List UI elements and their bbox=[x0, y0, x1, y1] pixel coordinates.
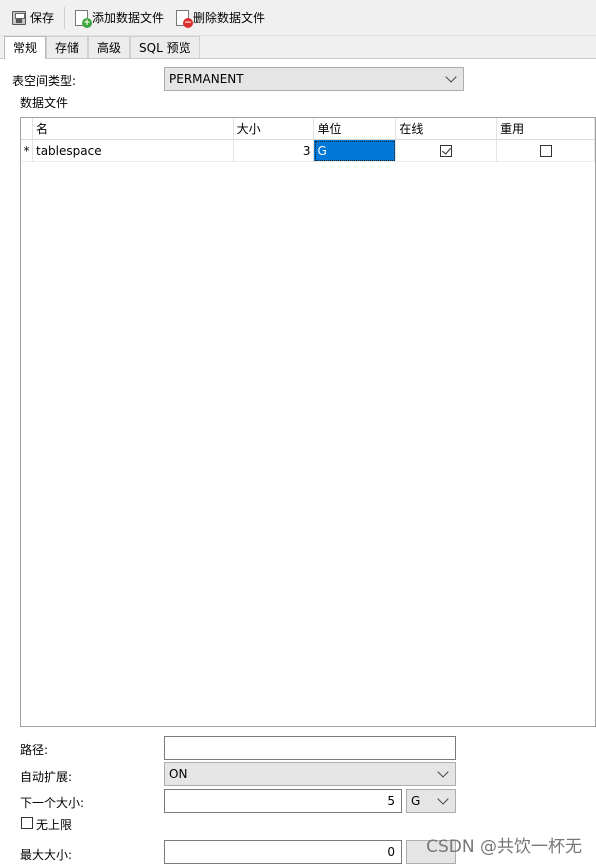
column-header-unit[interactable]: 单位 bbox=[314, 118, 397, 140]
tab-bar: 常规 存储 高级 SQL 预览 bbox=[0, 36, 596, 59]
toolbar: 保存 + 添加数据文件 − 删除数据文件 bbox=[0, 0, 596, 36]
unlimited-label: 无上限 bbox=[36, 818, 73, 832]
unlimited-checkbox[interactable] bbox=[21, 817, 33, 829]
delete-datafile-label: 删除数据文件 bbox=[193, 11, 266, 25]
general-panel: 表空间类型: PERMANENT 数据文件 名 大小 单位 在线 重用 * ta… bbox=[0, 59, 596, 865]
chevron-down-icon bbox=[437, 766, 449, 778]
grid-header: 名 大小 单位 在线 重用 bbox=[21, 118, 595, 140]
save-icon bbox=[12, 10, 26, 25]
autoextend-value: ON bbox=[169, 767, 188, 781]
column-header-name[interactable]: 名 bbox=[33, 118, 234, 140]
row-indicator-header bbox=[21, 118, 33, 140]
chevron-down-icon bbox=[437, 793, 449, 805]
reuse-cell[interactable] bbox=[497, 140, 595, 162]
online-cell[interactable] bbox=[396, 140, 498, 162]
save-button[interactable]: 保存 bbox=[8, 6, 58, 30]
online-checkbox[interactable] bbox=[440, 145, 453, 157]
chevron-down-icon bbox=[445, 71, 457, 83]
next-size-input[interactable]: 5 bbox=[164, 789, 402, 813]
delete-datafile-button[interactable]: − 删除数据文件 bbox=[172, 6, 269, 30]
next-size-unit-select[interactable]: G bbox=[406, 789, 456, 813]
path-input[interactable] bbox=[164, 736, 456, 760]
tab-general[interactable]: 常规 bbox=[4, 36, 47, 59]
table-row[interactable]: * tablespace 3 G bbox=[21, 140, 595, 162]
datafiles-label: 数据文件 bbox=[20, 96, 69, 110]
column-header-online[interactable]: 在线 bbox=[396, 118, 498, 140]
autoextend-select[interactable]: ON bbox=[164, 762, 456, 786]
tablespace-type-select[interactable]: PERMANENT bbox=[164, 67, 464, 91]
add-datafile-button[interactable]: + 添加数据文件 bbox=[71, 6, 168, 30]
tablespace-type-label: 表空间类型: bbox=[12, 74, 77, 88]
column-header-reuse[interactable]: 重用 bbox=[497, 118, 595, 140]
reuse-checkbox[interactable] bbox=[539, 145, 552, 157]
size-cell[interactable]: 3 bbox=[233, 140, 315, 162]
add-datafile-label: 添加数据文件 bbox=[92, 11, 165, 25]
tab-sql-preview[interactable]: SQL 预览 bbox=[130, 36, 200, 58]
name-cell[interactable]: tablespace bbox=[32, 140, 234, 162]
max-size-label: 最大大小: bbox=[20, 848, 73, 862]
path-label: 路径: bbox=[20, 743, 49, 757]
autoextend-label: 自动扩展: bbox=[20, 770, 73, 784]
tablespace-type-value: PERMANENT bbox=[169, 72, 244, 86]
datafiles-grid: 名 大小 单位 在线 重用 * tablespace 3 G bbox=[20, 117, 596, 727]
add-file-icon: + bbox=[75, 9, 93, 28]
next-size-unit-value: G bbox=[411, 794, 421, 808]
delete-file-icon: − bbox=[176, 9, 194, 28]
column-header-size[interactable]: 大小 bbox=[234, 118, 315, 140]
max-size-input[interactable]: 0 bbox=[164, 840, 402, 864]
toolbar-separator bbox=[64, 6, 66, 29]
watermark: CSDN @共饮一杯无 bbox=[426, 837, 582, 857]
row-indicator: * bbox=[21, 140, 33, 162]
unit-cell[interactable]: G bbox=[314, 140, 397, 162]
save-label: 保存 bbox=[30, 11, 55, 25]
next-size-label: 下一个大小: bbox=[20, 796, 85, 810]
tab-advanced[interactable]: 高级 bbox=[88, 36, 131, 58]
tab-storage[interactable]: 存储 bbox=[46, 36, 89, 58]
